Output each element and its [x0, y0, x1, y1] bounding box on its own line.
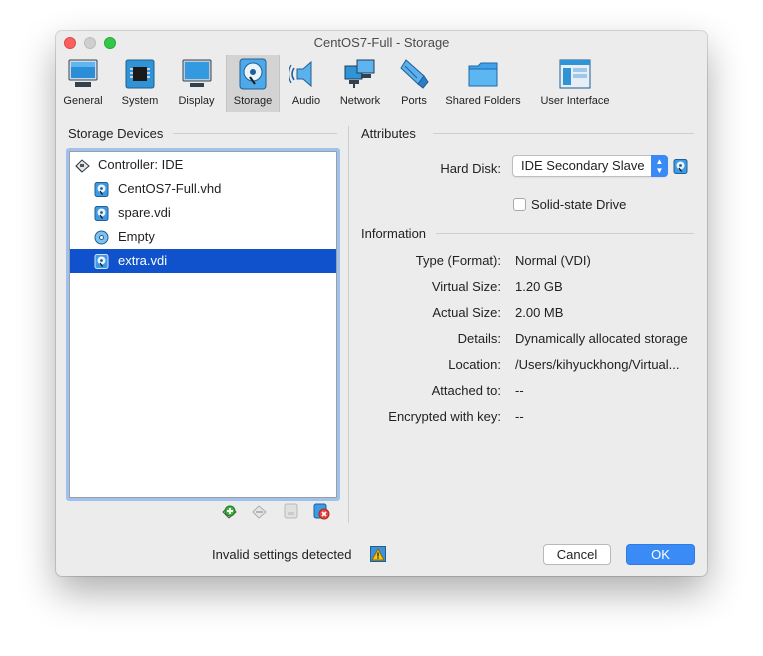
zoom-button[interactable]: [104, 37, 116, 49]
warning-button[interactable]: [370, 546, 386, 562]
tree-item-empty-optical[interactable]: Empty: [70, 225, 336, 249]
choose-disk-button[interactable]: [673, 159, 688, 174]
title-bar[interactable]: CentOS7-Full - Storage: [56, 31, 707, 55]
hard-disk-select-value: IDE Secondary Slave: [521, 158, 645, 173]
info-label-actual-size: Actual Size:: [432, 305, 501, 320]
warning-icon: [370, 546, 386, 562]
info-label-type: Type (Format):: [415, 253, 501, 268]
hard-disk-icon: [94, 254, 109, 269]
tab-ports[interactable]: Ports: [392, 55, 436, 112]
tab-network[interactable]: Network: [336, 55, 384, 112]
network-icon: [344, 59, 375, 88]
panel-splitter[interactable]: [348, 126, 349, 523]
add-controller-button[interactable]: [221, 502, 239, 520]
user-interface-icon: [559, 59, 591, 89]
info-value-location: /Users/kihyuckhong/Virtual...: [515, 357, 680, 372]
ports-icon: [400, 59, 429, 89]
ide-controller-icon: [75, 159, 90, 173]
tab-display[interactable]: Display: [173, 55, 220, 112]
add-attachment-icon: [284, 503, 298, 519]
hard-disk-icon: [673, 159, 688, 174]
invalid-settings-status: Invalid settings detected: [212, 547, 352, 562]
info-value-type: Normal (VDI): [515, 253, 591, 268]
settings-toolbar: General System Display Storage Audio Net…: [56, 55, 707, 112]
remove-controller-button[interactable]: [251, 502, 269, 520]
remove-attachment-icon: [313, 503, 330, 520]
shared-folders-icon: [468, 62, 498, 87]
hard-disk-icon: [94, 182, 109, 197]
info-value-virtual-size: 1.20 GB: [515, 279, 563, 294]
tab-storage[interactable]: Storage: [226, 55, 280, 112]
storage-devices-heading: Storage Devices: [68, 126, 164, 141]
tab-shared-folders[interactable]: Shared Folders: [444, 55, 522, 112]
info-label-attached-to: Attached to:: [431, 383, 501, 398]
info-label-location: Location:: [448, 357, 501, 372]
attributes-heading: Attributes: [361, 126, 416, 141]
info-value-attached-to: --: [515, 383, 524, 398]
add-attachment-button[interactable]: [282, 502, 300, 520]
add-controller-icon: [222, 505, 237, 519]
solid-state-drive-checkbox[interactable]: [513, 198, 526, 211]
tree-item-spare-vdi[interactable]: spare.vdi: [70, 201, 336, 225]
optical-disk-icon: [94, 230, 109, 245]
remove-controller-icon: [252, 505, 267, 519]
display-icon: [182, 59, 211, 87]
tree-item-centos7-full-vhd[interactable]: CentOS7-Full.vhd: [70, 177, 336, 201]
hard-disk-select[interactable]: IDE Secondary Slave ▲ ▼: [512, 155, 668, 177]
info-value-encrypted-with-key: --: [515, 409, 524, 424]
divider: [433, 133, 694, 134]
tab-audio[interactable]: Audio: [286, 55, 326, 112]
minimize-button[interactable]: [84, 37, 96, 49]
hard-disk-icon: [94, 206, 109, 221]
info-label-virtual-size: Virtual Size:: [431, 279, 501, 294]
audio-icon: [289, 60, 312, 88]
tree-item-extra-vdi[interactable]: extra.vdi: [70, 249, 336, 273]
info-label-details: Details:: [457, 331, 501, 346]
cancel-button[interactable]: Cancel: [543, 544, 611, 565]
window-title: CentOS7-Full - Storage: [313, 35, 450, 50]
settings-window: CentOS7-Full - Storage General System Di…: [56, 31, 707, 576]
tab-user-interface[interactable]: User Interface: [536, 55, 614, 112]
close-button[interactable]: [64, 37, 76, 49]
general-icon: [68, 59, 98, 87]
info-value-details: Dynamically allocated storage: [515, 331, 688, 346]
chevron-updown-icon: ▲ ▼: [651, 155, 668, 177]
system-icon: [125, 59, 155, 89]
remove-attachment-button[interactable]: [312, 502, 330, 520]
tree-controller-ide[interactable]: Controller: IDE: [70, 153, 336, 177]
divider: [173, 133, 337, 134]
info-value-actual-size: 2.00 MB: [515, 305, 564, 320]
storage-tree[interactable]: Controller: IDE CentOS7-Full.vhd spare.v…: [69, 151, 337, 498]
hard-disk-label: Hard Disk:: [440, 161, 501, 176]
tab-system[interactable]: System: [115, 55, 165, 112]
info-label-encrypted-with-key: Encrypted with key:: [388, 409, 501, 424]
information-heading: Information: [361, 226, 427, 241]
storage-icon: [239, 58, 267, 90]
solid-state-drive-label[interactable]: Solid-state Drive: [531, 197, 626, 212]
ok-button[interactable]: OK: [626, 544, 695, 565]
divider: [436, 233, 694, 234]
tab-general[interactable]: General: [60, 55, 106, 112]
